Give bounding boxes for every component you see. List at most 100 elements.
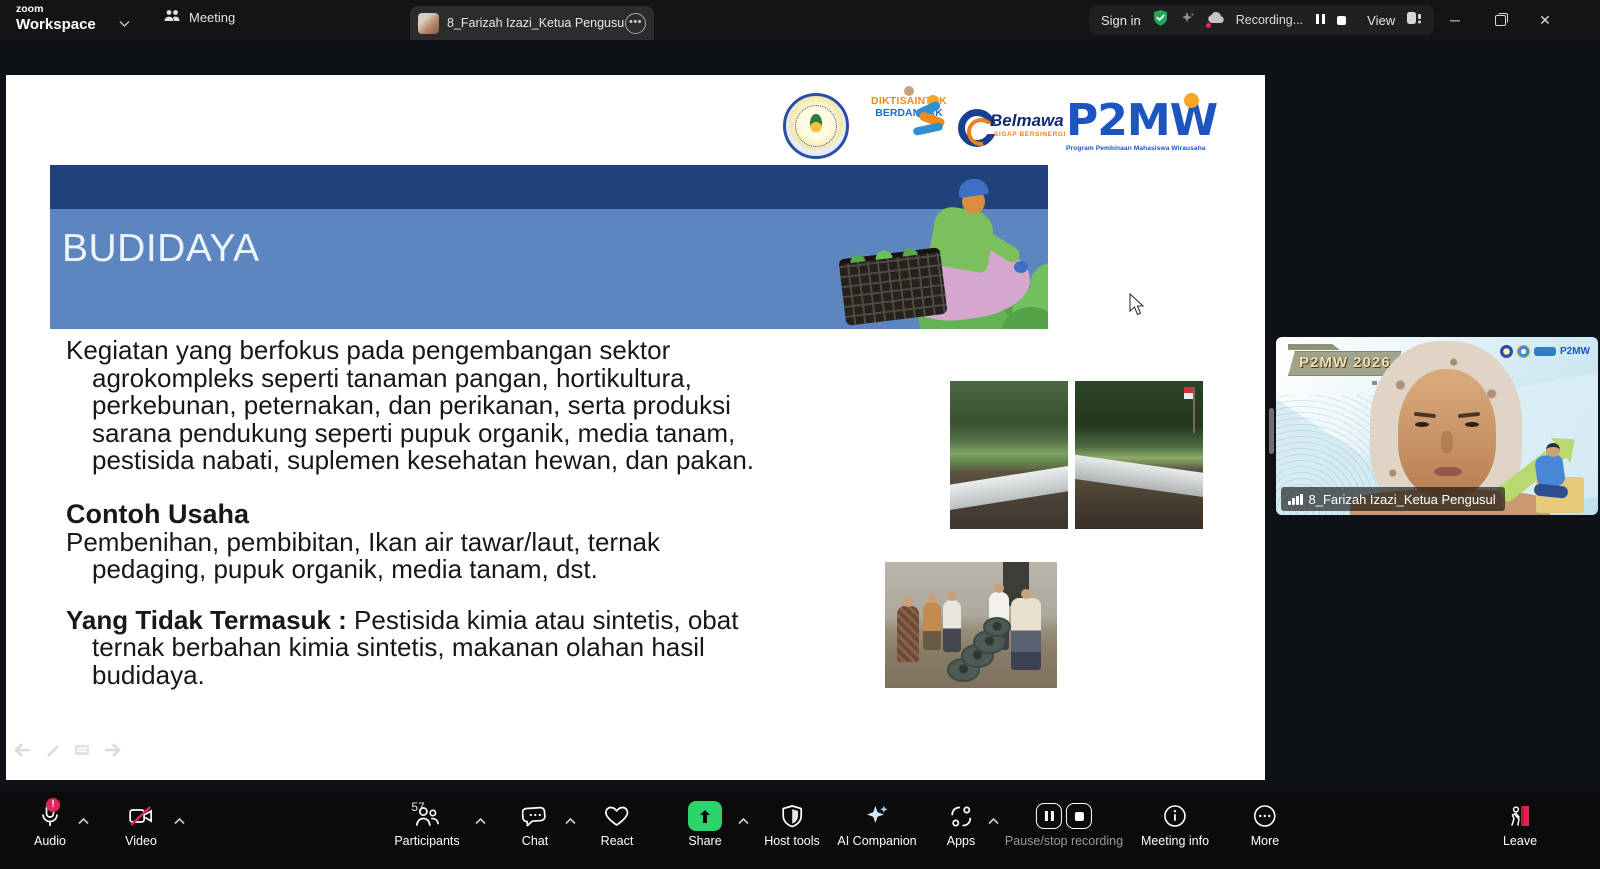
p2mw-logo-subtitle: Program Pembinaan Mahasiswa Wirausaha	[1066, 145, 1226, 152]
video-options-chevron[interactable]	[174, 812, 185, 830]
tab-meeting[interactable]: Meeting	[163, 8, 235, 27]
share-tab-title: 8_Farizah Izazi_Ketua Pengusul's s	[447, 16, 625, 30]
recording-label: Recording...	[1236, 13, 1303, 27]
diktisaintek-logo: DIKTISAINTEK BERDAMPAK	[864, 95, 954, 119]
contoh-usaha-heading: Contoh Usaha	[66, 500, 761, 529]
more-button[interactable]: More	[1251, 802, 1279, 848]
cloud-recording-icon	[1207, 11, 1225, 29]
share-screen-icon	[688, 801, 722, 831]
participants-options-chevron[interactable]	[475, 812, 486, 830]
slide-body-text: Kegiatan yang berfokus pada pengembangan…	[66, 337, 761, 689]
camera-off-icon	[125, 802, 157, 830]
university-mini-logo	[1500, 345, 1513, 358]
slide-pen-icon	[45, 743, 61, 757]
p2mw-logo-text: P2MW	[1066, 99, 1226, 143]
belmawa-subtext: SIGAP BERSINERGI	[994, 131, 1066, 138]
sign-in-button[interactable]: Sign in	[1101, 13, 1141, 28]
belmawa-mini-logo	[1534, 347, 1556, 356]
participants-count: 57	[411, 800, 424, 814]
brand-zoom-text: zoom	[16, 4, 96, 15]
panel-resize-handle[interactable]	[1269, 408, 1274, 454]
view-button[interactable]: View	[1367, 13, 1395, 28]
microphone-icon: !	[34, 802, 66, 830]
audio-level-icon	[1288, 494, 1303, 505]
stop-recording-button[interactable]	[1066, 803, 1092, 829]
slide-title-banner: BUDIDAYA	[50, 165, 1048, 329]
share-tab-avatar	[418, 13, 439, 34]
virtual-background-logos: P2MW	[1500, 345, 1590, 358]
p2mw-badge-tab	[1288, 344, 1340, 350]
flag-detail	[1184, 387, 1193, 399]
contoh-usaha-body: Pembenihan, pembibitan, Ikan air tawar/l…	[66, 529, 761, 584]
audio-options-chevron[interactable]	[78, 812, 89, 830]
excluded-heading: Yang Tidak Termasuk :	[66, 605, 347, 635]
info-icon	[1141, 802, 1209, 830]
participant-video-thumbnail[interactable]: P2MW 2026 P2MW	[1276, 337, 1598, 515]
diktisaintek-mini-logo	[1517, 345, 1530, 358]
slide-menu-icon	[74, 743, 90, 757]
slide-prev-arrow-icon	[14, 743, 32, 757]
security-shield-icon[interactable]	[1152, 9, 1169, 32]
share-options-chevron[interactable]	[738, 812, 749, 830]
meeting-info-button[interactable]: Meeting info	[1141, 802, 1209, 848]
host-tools-button[interactable]: Host tools	[764, 802, 820, 848]
pause-stop-recording-button[interactable]: Pause/stop recording	[1005, 802, 1123, 848]
close-button[interactable]: ✕	[1523, 0, 1567, 40]
slideshow-controls	[14, 743, 121, 757]
meeting-content-area: DIKTISAINTEK BERDAMPAK Belmawa SIGAP BER…	[0, 40, 1600, 792]
chat-options-chevron[interactable]	[565, 812, 576, 830]
shield-icon	[764, 802, 820, 830]
stop-recording-icon[interactable]	[1337, 16, 1346, 25]
participants-icon: 57	[394, 802, 459, 830]
participant-name: 8_Farizah Izazi_Ketua Pengusul	[1309, 492, 1496, 507]
people-icon	[163, 8, 181, 27]
apps-options-chevron[interactable]	[988, 812, 999, 830]
leave-button[interactable]: Leave	[1503, 802, 1537, 848]
ai-sparkle-icon[interactable]	[1180, 10, 1196, 31]
titlebar-status-group: Sign in Recording... View	[1089, 5, 1434, 35]
slide-photo-group	[885, 562, 1057, 688]
paragraph-excluded: Yang Tidak Termasuk : Pestisida kimia at…	[66, 607, 761, 690]
belmawa-text: Belmawa	[990, 111, 1064, 131]
ai-companion-button[interactable]: AI Companion	[837, 802, 916, 848]
recording-dot	[1206, 23, 1211, 28]
ai-companion-sparkle-icon	[837, 802, 916, 830]
pause-recording-button[interactable]	[1036, 803, 1062, 829]
audio-button[interactable]: ! Audio	[34, 802, 66, 848]
more-ellipsis-icon	[1251, 802, 1279, 830]
slide-photo-farm-bed-2	[1075, 381, 1203, 529]
university-hang-tuah-logo	[783, 93, 849, 159]
tab-meeting-label: Meeting	[189, 10, 235, 25]
slide-photo-farm-bed-1	[950, 381, 1068, 529]
share-tab-options-icon[interactable]: •••	[625, 13, 646, 34]
tab-shared-screen[interactable]: 8_Farizah Izazi_Ketua Pengusul's s •••	[410, 6, 654, 40]
brand-workspace-text: Workspace	[16, 17, 96, 32]
zoom-workspace-brand: zoom Workspace	[16, 4, 96, 32]
participants-button[interactable]: 57 Participants	[394, 802, 459, 848]
heart-icon	[601, 802, 634, 830]
minimize-button[interactable]: ─	[1433, 0, 1477, 40]
view-layout-icon[interactable]	[1406, 11, 1422, 30]
paragraph-budidaya-definition: Kegiatan yang berfokus pada pengembangan…	[66, 337, 761, 475]
farmer-illustration	[790, 165, 1048, 329]
workspace-chevron-down-icon[interactable]	[119, 14, 130, 32]
p2mw-logo: P2MW Program Pembinaan Mahasiswa Wirausa…	[1066, 99, 1226, 152]
react-button[interactable]: React	[601, 802, 634, 848]
titlebar: zoom Workspace Meeting 8_Farizah Izazi_K…	[0, 0, 1600, 40]
video-button[interactable]: Video	[125, 802, 157, 848]
chat-button[interactable]: Chat	[522, 802, 548, 848]
apps-button[interactable]: Apps	[947, 802, 976, 848]
restore-button[interactable]	[1478, 0, 1522, 40]
leave-door-icon	[1503, 802, 1537, 830]
chat-icon	[522, 802, 548, 830]
p2mw-logo-dot	[1184, 93, 1199, 108]
slide-title: BUDIDAYA	[62, 227, 260, 271]
pause-recording-icon[interactable]	[1314, 11, 1326, 29]
mouse-cursor	[1128, 293, 1148, 322]
slide-next-arrow-icon	[103, 743, 121, 757]
audio-alert-badge: !	[46, 798, 60, 812]
zoom-meeting-window: zoom Workspace Meeting 8_Farizah Izazi_K…	[0, 0, 1600, 869]
p2mw-mini-logo-text: P2MW	[1560, 346, 1590, 357]
share-button[interactable]: Share	[688, 802, 722, 848]
meeting-toolbar: ! Audio Video 57 Participants Chat	[0, 792, 1600, 869]
